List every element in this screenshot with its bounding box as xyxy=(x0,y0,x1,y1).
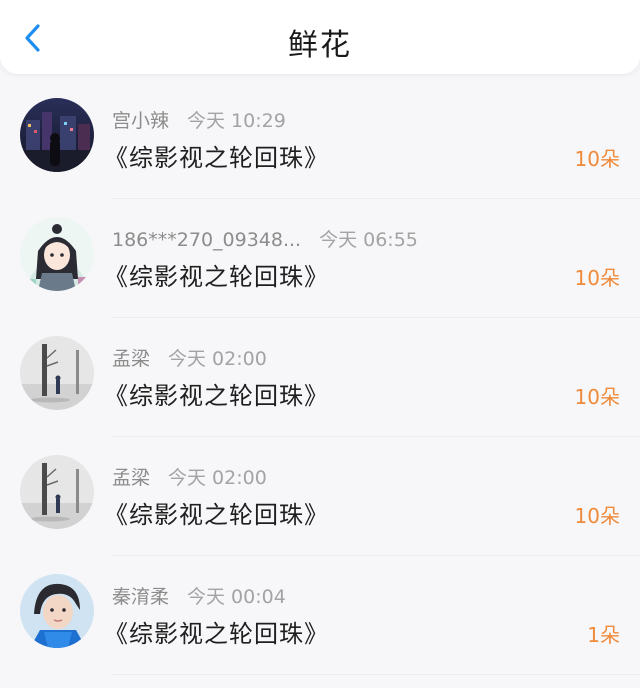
avatar[interactable] xyxy=(20,217,94,291)
list-item[interactable]: 秦淯柔 今天 00:04 《综影视之轮回珠》 1朵 xyxy=(0,556,640,675)
avatar[interactable] xyxy=(20,98,94,172)
username: 孟梁 xyxy=(112,348,151,370)
list-item[interactable]: 孟梁 今天 02:00 《综影视之轮回珠》 10朵 xyxy=(0,437,640,556)
flower-count: 10朵 xyxy=(574,147,620,171)
timestamp: 今天 10:29 xyxy=(187,110,286,132)
list-item[interactable]: 宫小辣 今天 10:29 《综影视之轮回珠》 10朵 xyxy=(0,80,640,199)
nav-bar: 鲜花 xyxy=(0,0,640,74)
book-title: 《综影视之轮回珠》 xyxy=(104,620,329,648)
timestamp: 今天 06:55 xyxy=(319,229,418,251)
avatar[interactable] xyxy=(20,574,94,648)
avatar[interactable] xyxy=(20,455,94,529)
username: 秦淯柔 xyxy=(112,586,170,608)
book-title: 《综影视之轮回珠》 xyxy=(104,144,329,172)
timestamp: 今天 02:00 xyxy=(168,467,267,489)
entry-meta: 孟梁 今天 02:00 xyxy=(112,344,267,371)
entry-meta: 秦淯柔 今天 00:04 xyxy=(112,582,286,609)
entry-meta: 孟梁 今天 02:00 xyxy=(112,463,267,490)
timestamp: 今天 02:00 xyxy=(168,348,267,370)
divider xyxy=(112,674,640,675)
entry-meta: 186***270_09348... 今天 06:55 xyxy=(112,225,418,252)
flower-count: 10朵 xyxy=(574,504,620,528)
entry-meta: 宫小辣 今天 10:29 xyxy=(112,106,286,133)
list-item[interactable]: 186***270_09348... 今天 06:55 《综影视之轮回珠》 10朵 xyxy=(0,199,640,318)
list-item[interactable]: 孟梁 今天 02:00 《综影视之轮回珠》 10朵 xyxy=(0,318,640,437)
flower-count: 10朵 xyxy=(574,266,620,290)
username: 186***270_09348... xyxy=(112,229,302,251)
username: 孟梁 xyxy=(112,467,151,489)
flower-count: 10朵 xyxy=(574,385,620,409)
timestamp: 今天 00:04 xyxy=(187,586,286,608)
flower-list: 宫小辣 今天 10:29 《综影视之轮回珠》 10朵 186***270_0934… xyxy=(0,80,640,675)
book-title: 《综影视之轮回珠》 xyxy=(104,263,329,291)
avatar[interactable] xyxy=(20,336,94,410)
page-title: 鲜花 xyxy=(288,28,352,63)
book-title: 《综影视之轮回珠》 xyxy=(104,501,329,529)
flower-count: 1朵 xyxy=(587,623,620,647)
username: 宫小辣 xyxy=(112,110,170,132)
book-title: 《综影视之轮回珠》 xyxy=(104,382,329,410)
